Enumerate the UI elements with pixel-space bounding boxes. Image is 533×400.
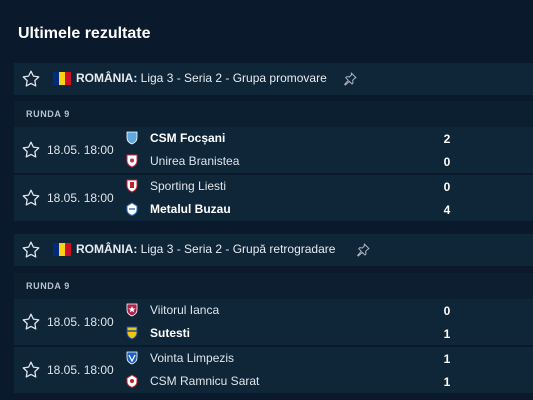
away-team[interactable]: Sutesti	[126, 324, 190, 342]
away-score: 1	[443, 327, 451, 341]
round-header: RUNDA 9	[14, 101, 533, 127]
league-header[interactable]: ROMÂNIA: Liga 3 - Seria 2 - Grupă retrog…	[14, 234, 533, 266]
away-score: 4	[443, 203, 451, 217]
star-outline-icon[interactable]	[20, 187, 42, 209]
away-team[interactable]: CSM Ramnicu Sarat	[126, 372, 259, 390]
star-outline-icon[interactable]	[20, 68, 42, 90]
star-outline-icon[interactable]	[20, 359, 42, 381]
away-team[interactable]: Unirea Branistea	[126, 152, 239, 170]
home-score: 0	[443, 304, 451, 318]
league-header[interactable]: ROMÂNIA: Liga 3 - Seria 2 - Grupa promov…	[14, 63, 533, 95]
home-team[interactable]: Sporting Liesti	[126, 177, 226, 195]
match-time: 18.05. 18:00	[47, 191, 114, 205]
star-outline-icon[interactable]	[20, 311, 42, 333]
match-time: 18.05. 18:00	[47, 363, 114, 377]
home-team[interactable]: Viitorul Ianca	[126, 301, 219, 319]
match-row[interactable]: 18.05. 18:00 Sporting Liesti 0 Metalul B…	[14, 175, 533, 221]
pin-icon[interactable]	[355, 242, 371, 258]
home-score: 0	[443, 180, 451, 194]
team-logo-icon	[126, 351, 138, 365]
team-logo-icon	[126, 326, 138, 340]
match-row[interactable]: 18.05. 18:00 Vointa Limpezis 1 CSM Ramni…	[14, 347, 533, 393]
team-logo-icon	[126, 303, 138, 317]
team-logo-icon	[126, 179, 138, 193]
romania-flag-icon	[53, 72, 71, 85]
team-logo-icon	[126, 131, 138, 145]
away-score: 0	[443, 155, 451, 169]
round-header: RUNDA 9	[14, 273, 533, 299]
home-team[interactable]: Vointa Limpezis	[126, 349, 234, 367]
star-outline-icon[interactable]	[20, 139, 42, 161]
match-row[interactable]: 18.05. 18:00 Viitorul Ianca 0 Sutesti 1	[14, 299, 533, 345]
home-team[interactable]: CSM Focșani	[126, 129, 225, 147]
away-team[interactable]: Metalul Buzau	[126, 200, 231, 218]
star-outline-icon[interactable]	[20, 239, 42, 261]
league-name[interactable]: ROMÂNIA: Liga 3 - Seria 2 - Grupa promov…	[76, 71, 327, 85]
away-score: 1	[443, 375, 451, 389]
team-logo-icon	[126, 154, 138, 168]
league-name[interactable]: ROMÂNIA: Liga 3 - Seria 2 - Grupă retrog…	[76, 242, 335, 256]
team-logo-icon	[126, 374, 138, 388]
team-logo-icon	[126, 202, 138, 216]
pin-icon[interactable]	[342, 71, 358, 87]
page-title: Ultimele rezultate	[18, 25, 151, 42]
home-score: 2	[443, 132, 451, 146]
match-row[interactable]: 18.05. 18:00 CSM Focșani 2 Unirea Branis…	[14, 127, 533, 173]
home-score: 1	[443, 352, 451, 366]
match-time: 18.05. 18:00	[47, 315, 114, 329]
match-time: 18.05. 18:00	[47, 143, 114, 157]
romania-flag-icon	[53, 243, 71, 256]
